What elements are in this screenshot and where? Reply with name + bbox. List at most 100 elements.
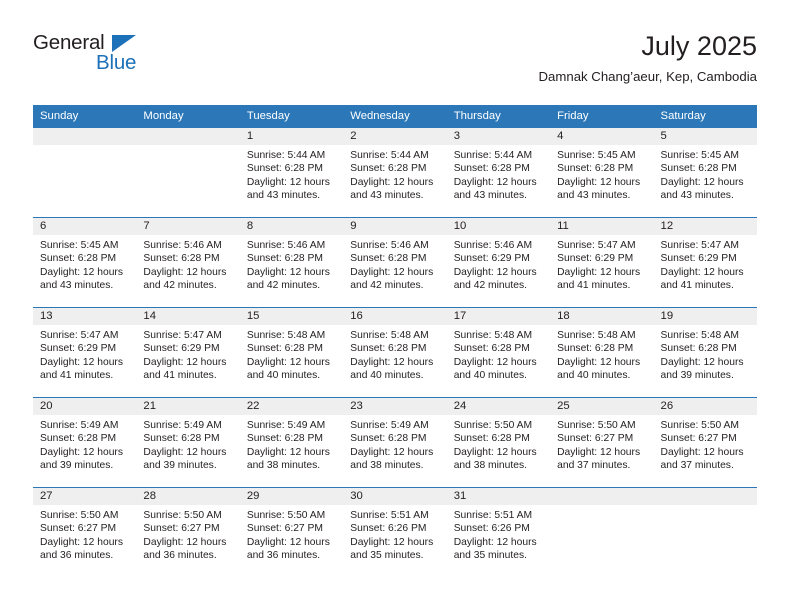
cell-inner — [33, 128, 137, 217]
sunset-text: Sunset: 6:29 PM — [660, 253, 737, 265]
sunrise-text: Sunrise: 5:44 AM — [350, 150, 429, 161]
sunrise-text: Sunrise: 5:49 AM — [350, 420, 429, 431]
daylight-text: Daylight: 12 hours and 40 minutes. — [350, 356, 434, 381]
sunset-text: Sunset: 6:28 PM — [40, 253, 117, 265]
calendar-day-cell[interactable]: 19 Sunrise: 5:48 AM Sunset: 6:28 PM Dayligh… — [653, 307, 757, 398]
day-info: Sunrise: 5:47 AM Sunset: 6:29 PM Daylight:… — [654, 235, 757, 292]
daylight-text: Daylight: 12 hours and 38 minutes. — [246, 446, 330, 471]
calendar-week-row: 27 Sunrise: 5:50 AM Sunset: 6:27 PM Dayligh… — [33, 487, 757, 578]
calendar-day-cell[interactable]: 31 Sunrise: 5:51 AM Sunset: 6:26 PM Dayligh… — [446, 487, 551, 578]
cell-inner: 8 Sunrise: 5:46 AM Sunset: 6:28 PM Daylight… — [239, 218, 344, 307]
calendar-day-cell[interactable]: 11 Sunrise: 5:47 AM Sunset: 6:29 PM Dayligh… — [550, 217, 654, 308]
daylight-text: Daylight: 12 hours and 37 minutes. — [557, 446, 641, 471]
sunrise-text: Sunrise: 5:51 AM — [350, 510, 429, 521]
day-number: 31 — [446, 488, 551, 505]
calendar-body: 1 Sunrise: 5:44 AM Sunset: 6:28 PM Daylight… — [33, 127, 757, 578]
sunrise-text: Sunrise: 5:46 AM — [350, 240, 429, 251]
sunrise-text: Sunrise: 5:45 AM — [660, 150, 739, 161]
day-info: Sunrise: 5:45 AM Sunset: 6:28 PM Daylight:… — [550, 145, 653, 202]
calendar-cell-empty — [33, 127, 137, 218]
calendar-day-cell[interactable]: 30 Sunrise: 5:51 AM Sunset: 6:26 PM Dayligh… — [343, 487, 447, 578]
day-number: 24 — [446, 398, 551, 415]
calendar-cell-empty — [653, 487, 757, 578]
sunrise-text: Sunrise: 5:45 AM — [40, 240, 119, 251]
sunset-text: Sunset: 6:28 PM — [246, 433, 323, 445]
sunrise-text: Sunrise: 5:51 AM — [453, 510, 533, 521]
calendar-day-cell[interactable]: 29 Sunrise: 5:50 AM Sunset: 6:27 PM Dayligh… — [239, 487, 344, 578]
weekday-header-friday: Friday — [550, 105, 654, 128]
cell-inner: 25 Sunrise: 5:50 AM Sunset: 6:27 PM Dayligh… — [550, 398, 654, 487]
calendar-day-cell[interactable]: 28 Sunrise: 5:50 AM Sunset: 6:27 PM Dayligh… — [136, 487, 240, 578]
cell-inner: 22 Sunrise: 5:49 AM Sunset: 6:28 PM Dayligh… — [239, 398, 344, 487]
sunset-text: Sunset: 6:28 PM — [453, 433, 530, 445]
weekday-header-monday: Monday — [136, 105, 240, 128]
day-number: 23 — [343, 398, 447, 415]
daylight-text: Daylight: 12 hours and 39 minutes. — [660, 356, 744, 381]
day-number: 7 — [136, 218, 240, 235]
day-number: 29 — [239, 488, 344, 505]
day-info: Sunrise: 5:48 AM Sunset: 6:28 PM Daylight:… — [654, 325, 757, 382]
sunrise-text: Sunrise: 5:44 AM — [453, 150, 533, 161]
calendar-day-cell[interactable]: 24 Sunrise: 5:50 AM Sunset: 6:28 PM Dayligh… — [446, 397, 551, 488]
day-info: Sunrise: 5:49 AM Sunset: 6:28 PM Daylight:… — [33, 415, 136, 472]
day-info: Sunrise: 5:44 AM Sunset: 6:28 PM Daylight:… — [343, 145, 446, 202]
calendar-week-row: 13 Sunrise: 5:47 AM Sunset: 6:29 PM Dayligh… — [33, 307, 757, 398]
calendar-day-cell[interactable]: 18 Sunrise: 5:48 AM Sunset: 6:28 PM Dayligh… — [550, 307, 654, 398]
sunset-text: Sunset: 6:29 PM — [143, 343, 220, 355]
daylight-text: Daylight: 12 hours and 40 minutes. — [557, 356, 641, 381]
day-number: 18 — [550, 308, 654, 325]
sunrise-text: Sunrise: 5:50 AM — [453, 420, 533, 431]
sunset-text: Sunset: 6:27 PM — [660, 433, 737, 445]
calendar-day-cell[interactable]: 6 Sunrise: 5:45 AM Sunset: 6:28 PM Daylight… — [33, 217, 137, 308]
sunrise-text: Sunrise: 5:45 AM — [557, 150, 636, 161]
sunset-text: Sunset: 6:28 PM — [246, 163, 323, 175]
sunrise-text: Sunrise: 5:47 AM — [557, 240, 636, 251]
daylight-text: Daylight: 12 hours and 36 minutes. — [40, 536, 123, 561]
calendar-day-cell[interactable]: 25 Sunrise: 5:50 AM Sunset: 6:27 PM Dayligh… — [550, 397, 654, 488]
calendar-day-cell[interactable]: 27 Sunrise: 5:50 AM Sunset: 6:27 PM Dayligh… — [33, 487, 137, 578]
daylight-text: Daylight: 12 hours and 40 minutes. — [453, 356, 537, 381]
calendar-day-cell[interactable]: 1 Sunrise: 5:44 AM Sunset: 6:28 PM Daylight… — [239, 127, 344, 218]
calendar-day-cell[interactable]: 21 Sunrise: 5:49 AM Sunset: 6:28 PM Dayligh… — [136, 397, 240, 488]
day-info: Sunrise: 5:49 AM Sunset: 6:28 PM Daylight:… — [240, 415, 343, 472]
calendar-day-cell[interactable]: 10 Sunrise: 5:46 AM Sunset: 6:29 PM Dayligh… — [446, 217, 551, 308]
cell-inner: 1 Sunrise: 5:44 AM Sunset: 6:28 PM Daylight… — [239, 128, 344, 217]
calendar-day-cell[interactable]: 15 Sunrise: 5:48 AM Sunset: 6:28 PM Dayligh… — [239, 307, 344, 398]
calendar-day-cell[interactable]: 16 Sunrise: 5:48 AM Sunset: 6:28 PM Dayligh… — [343, 307, 447, 398]
triangle-icon — [112, 35, 136, 52]
cell-inner: 21 Sunrise: 5:49 AM Sunset: 6:28 PM Dayligh… — [136, 398, 240, 487]
daylight-text: Daylight: 12 hours and 38 minutes. — [453, 446, 537, 471]
sunrise-text: Sunrise: 5:48 AM — [453, 330, 533, 341]
calendar-header-row: Sunday Monday Tuesday Wednesday Thursday Frid… — [33, 105, 757, 128]
calendar-day-cell[interactable]: 12 Sunrise: 5:47 AM Sunset: 6:29 PM Dayligh… — [653, 217, 757, 308]
calendar-day-cell[interactable]: 17 Sunrise: 5:48 AM Sunset: 6:28 PM Dayligh… — [446, 307, 551, 398]
daylight-text: Daylight: 12 hours and 39 minutes. — [40, 446, 123, 471]
calendar-day-cell[interactable]: 22 Sunrise: 5:49 AM Sunset: 6:28 PM Dayligh… — [239, 397, 344, 488]
calendar-day-cell[interactable]: 2 Sunrise: 5:44 AM Sunset: 6:28 PM Daylight… — [343, 127, 447, 218]
day-info: Sunrise: 5:51 AM Sunset: 6:26 PM Daylight:… — [343, 505, 446, 562]
calendar-day-cell[interactable]: 8 Sunrise: 5:46 AM Sunset: 6:28 PM Daylight… — [239, 217, 344, 308]
calendar-day-cell[interactable]: 23 Sunrise: 5:49 AM Sunset: 6:28 PM Dayligh… — [343, 397, 447, 488]
calendar-day-cell[interactable]: 20 Sunrise: 5:49 AM Sunset: 6:28 PM Dayligh… — [33, 397, 137, 488]
cell-inner: 28 Sunrise: 5:50 AM Sunset: 6:27 PM Dayligh… — [136, 488, 240, 578]
day-info: Sunrise: 5:46 AM Sunset: 6:28 PM Daylight:… — [343, 235, 446, 292]
day-info: Sunrise: 5:44 AM Sunset: 6:28 PM Daylight:… — [240, 145, 343, 202]
calendar-day-cell[interactable]: 9 Sunrise: 5:46 AM Sunset: 6:28 PM Daylight… — [343, 217, 447, 308]
cell-inner: 9 Sunrise: 5:46 AM Sunset: 6:28 PM Daylight… — [343, 218, 447, 307]
sunrise-text: Sunrise: 5:48 AM — [557, 330, 636, 341]
sunrise-text: Sunrise: 5:50 AM — [143, 510, 222, 521]
calendar-day-cell[interactable]: 4 Sunrise: 5:45 AM Sunset: 6:28 PM Daylight… — [550, 127, 654, 218]
calendar-table: Sunday Monday Tuesday Wednesday Thursday Frid… — [33, 105, 757, 578]
calendar-day-cell[interactable]: 13 Sunrise: 5:47 AM Sunset: 6:29 PM Dayligh… — [33, 307, 137, 398]
calendar-day-cell[interactable]: 14 Sunrise: 5:47 AM Sunset: 6:29 PM Dayligh… — [136, 307, 240, 398]
calendar-day-cell[interactable]: 3 Sunrise: 5:44 AM Sunset: 6:28 PM Daylight… — [446, 127, 551, 218]
cell-inner: 18 Sunrise: 5:48 AM Sunset: 6:28 PM Dayligh… — [550, 308, 654, 397]
daylight-text: Daylight: 12 hours and 43 minutes. — [453, 176, 537, 201]
day-number: 12 — [653, 218, 757, 235]
calendar-day-cell[interactable]: 7 Sunrise: 5:46 AM Sunset: 6:28 PM Daylight… — [136, 217, 240, 308]
day-number — [136, 128, 240, 145]
calendar-day-cell[interactable]: 5 Sunrise: 5:45 AM Sunset: 6:28 PM Daylight… — [653, 127, 757, 218]
sunset-text: Sunset: 6:27 PM — [40, 523, 117, 535]
day-info: Sunrise: 5:50 AM Sunset: 6:27 PM Daylight:… — [654, 415, 757, 472]
calendar-day-cell[interactable]: 26 Sunrise: 5:50 AM Sunset: 6:27 PM Dayligh… — [653, 397, 757, 488]
